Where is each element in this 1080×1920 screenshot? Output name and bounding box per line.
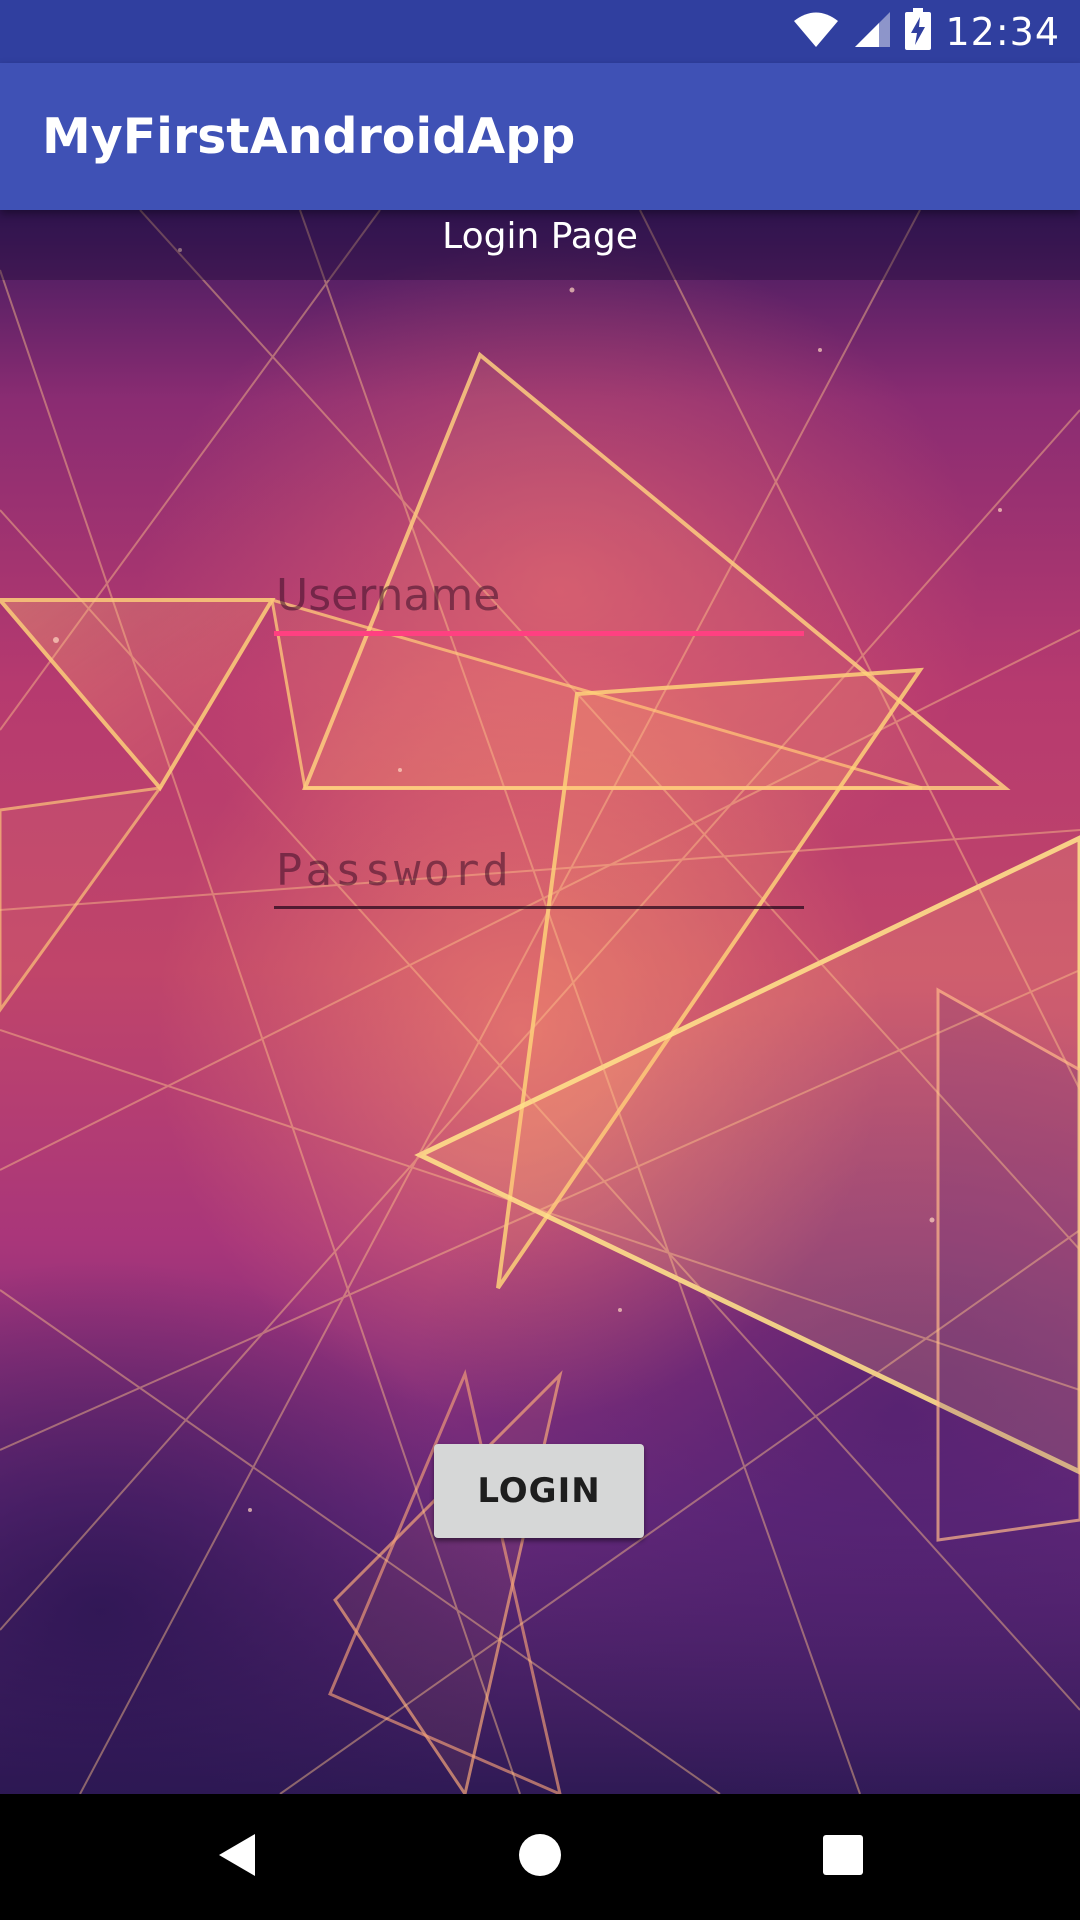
page-title: Login Page bbox=[442, 216, 638, 257]
app-title: MyFirstAndroidApp bbox=[42, 108, 576, 165]
recents-icon bbox=[823, 1834, 863, 1880]
app-bar: MyFirstAndroidApp bbox=[0, 63, 1080, 210]
status-time: 12:34 bbox=[945, 9, 1060, 54]
signal-icon bbox=[853, 10, 891, 53]
battery-charging-icon bbox=[905, 8, 932, 55]
password-field-group bbox=[274, 845, 804, 909]
status-bar: 12:34 bbox=[0, 0, 1080, 63]
username-input[interactable] bbox=[274, 570, 804, 631]
username-field-group bbox=[274, 570, 804, 636]
login-content: Login Page LOGIN bbox=[0, 210, 1080, 1794]
wifi-icon bbox=[793, 10, 839, 53]
password-input[interactable] bbox=[274, 845, 804, 906]
status-icons: 12:34 bbox=[793, 0, 1060, 63]
login-screen: 12:34 MyFirstAndroidApp Login Page Usern… bbox=[0, 0, 1080, 1920]
back-button[interactable] bbox=[157, 1794, 317, 1920]
home-button[interactable] bbox=[460, 1794, 620, 1920]
background-art bbox=[0, 210, 1080, 1794]
recents-button[interactable] bbox=[763, 1794, 923, 1920]
username-underline bbox=[274, 631, 804, 636]
home-icon bbox=[518, 1833, 562, 1882]
navigation-bar bbox=[0, 1794, 1080, 1920]
password-underline bbox=[274, 906, 804, 909]
login-button[interactable]: LOGIN bbox=[434, 1444, 644, 1538]
back-icon bbox=[217, 1832, 257, 1883]
